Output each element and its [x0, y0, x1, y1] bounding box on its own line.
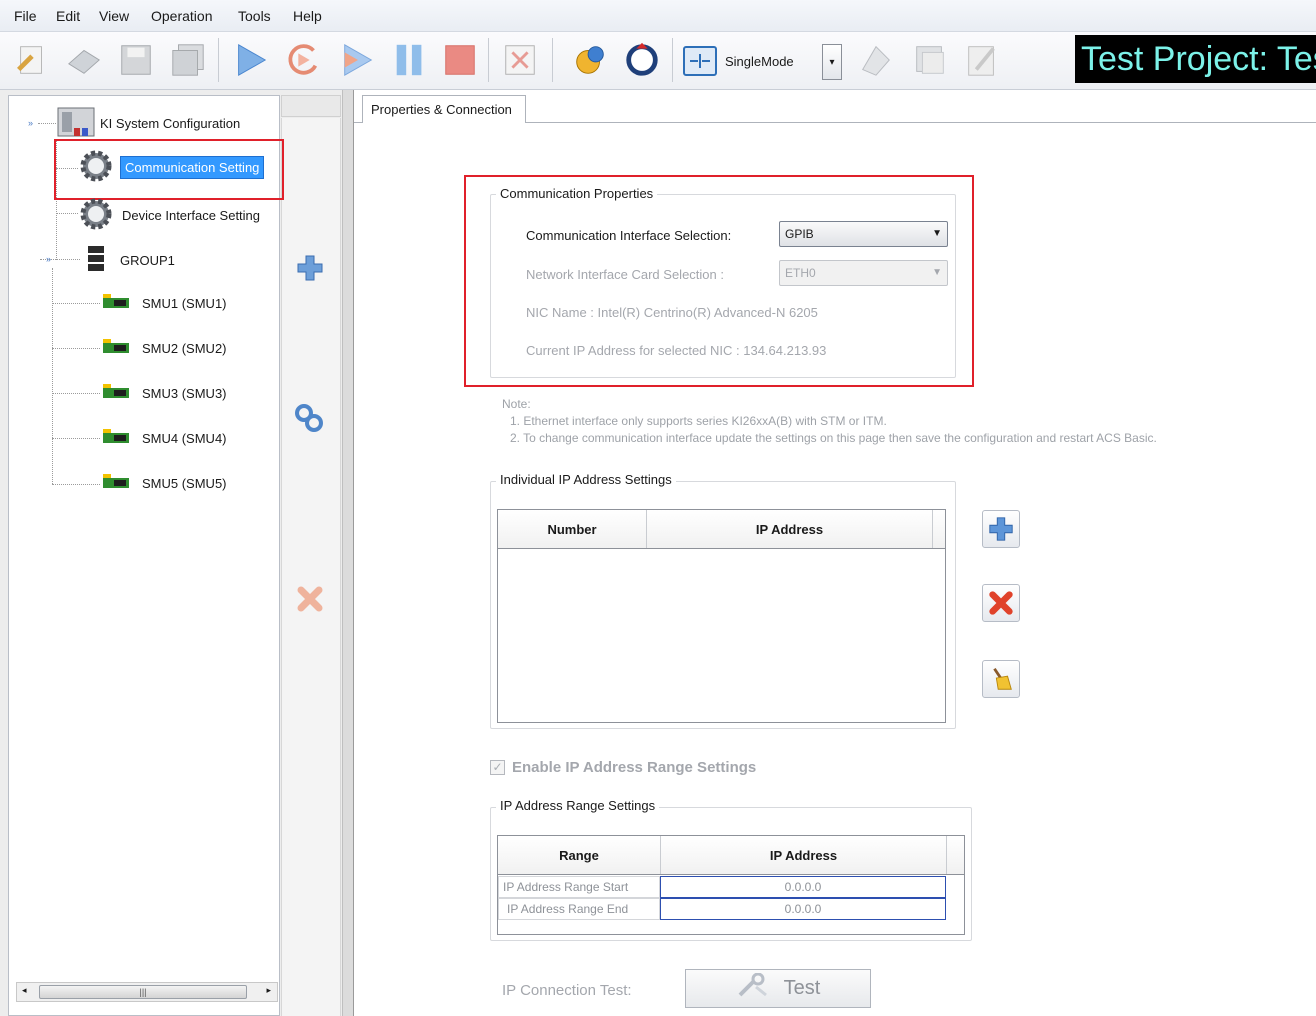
configure-icon[interactable]	[570, 40, 610, 80]
menu-bar: File Edit View Operation Tools Help	[0, 0, 1316, 32]
menu-view[interactable]: View	[99, 8, 129, 24]
repeat-run-icon[interactable]	[284, 40, 324, 80]
test-button-label: Test	[783, 977, 821, 999]
single-mode-icon	[683, 46, 717, 76]
project-title: Test Project: Tes	[1075, 35, 1316, 83]
column-ip-address[interactable]: IP Address	[647, 510, 933, 548]
tool-2-icon[interactable]	[910, 40, 950, 80]
test-button[interactable]: Test	[685, 969, 871, 1008]
table-row[interactable]: IP Address Range End 0.0.0.0	[498, 898, 946, 920]
tree-item-device-interface-setting[interactable]: Device Interface Setting	[78, 196, 260, 235]
link-node-icon[interactable]	[291, 400, 327, 436]
note-line-1: 1. Ethernet interface only supports seri…	[510, 414, 887, 428]
smu-card-icon	[102, 427, 130, 450]
column-range[interactable]: Range	[498, 836, 661, 874]
tree-item-smu4[interactable]: SMU4 (SMU4)	[102, 427, 227, 450]
tree-item-smu3[interactable]: SMU3 (SMU3)	[102, 382, 227, 405]
tool-3-icon[interactable]	[962, 40, 1002, 80]
menu-file[interactable]: File	[14, 8, 37, 24]
tool-1-icon[interactable]	[856, 40, 896, 80]
tree-item-label: SMU3 (SMU3)	[142, 386, 227, 401]
broom-icon	[993, 667, 1012, 690]
scroll-right-icon[interactable]: ▸	[266, 985, 271, 996]
save-all-icon[interactable]	[168, 40, 208, 80]
tree-item-smu2[interactable]: SMU2 (SMU2)	[102, 337, 227, 360]
tree-item-smu1[interactable]: SMU1 (SMU1)	[102, 292, 227, 315]
new-project-icon[interactable]	[12, 40, 52, 80]
scroll-left-icon[interactable]: ◂	[22, 985, 27, 996]
delete-node-icon[interactable]	[292, 581, 328, 617]
highlight-communication-properties	[464, 175, 974, 387]
scroll-thumb[interactable]: |||	[39, 985, 247, 999]
add-ip-button[interactable]	[982, 510, 1020, 548]
tree-item-label: SMU4 (SMU4)	[142, 431, 227, 446]
tree-item-label: SMU5 (SMU5)	[142, 476, 227, 491]
range-end-ip[interactable]: 0.0.0.0	[660, 898, 946, 920]
pause-icon[interactable]	[390, 40, 430, 80]
delete-icon	[989, 591, 1013, 615]
note-block: Note: 1. Ethernet interface only support…	[502, 396, 1157, 447]
tree-item-smu5[interactable]: SMU5 (SMU5)	[102, 472, 227, 495]
enable-range-label: Enable IP Address Range Settings	[512, 759, 757, 776]
smu-card-icon	[102, 382, 130, 405]
table-row[interactable]: IP Address Range Start 0.0.0.0	[498, 876, 946, 898]
save-icon[interactable]	[116, 40, 156, 80]
individual-ip-table-header: Number IP Address	[497, 509, 946, 549]
tree-horizontal-scrollbar[interactable]: ◂ ||| ▸	[16, 982, 278, 1002]
individual-ip-title: Individual IP Address Settings	[496, 472, 676, 487]
range-start-ip[interactable]: 0.0.0.0	[660, 876, 946, 898]
highlight-communication-setting	[54, 139, 284, 200]
ip-range-table-header: Range IP Address	[497, 835, 965, 875]
panel-splitter[interactable]	[342, 90, 354, 1016]
tree-root[interactable]: KI System Configuration	[56, 104, 240, 143]
delete-ip-button[interactable]	[982, 584, 1020, 622]
abort-icon[interactable]	[500, 40, 540, 80]
add-node-icon[interactable]	[292, 250, 328, 286]
append-run-icon[interactable]	[338, 40, 378, 80]
note-heading: Note:	[502, 397, 531, 411]
smu-card-icon	[102, 292, 130, 315]
enable-range-checkbox[interactable]: ✓	[490, 760, 505, 775]
individual-ip-table-body[interactable]	[497, 549, 946, 723]
stop-icon[interactable]	[440, 40, 480, 80]
column-range-ip-address[interactable]: IP Address	[661, 836, 947, 874]
tree-item-label: GROUP1	[120, 253, 175, 268]
test-tool-icon	[736, 972, 770, 1005]
plus-icon	[989, 517, 1013, 541]
open-project-icon[interactable]	[64, 40, 104, 80]
mode-selector[interactable]: SingleMode	[683, 44, 823, 78]
tree-item-label: SMU2 (SMU2)	[142, 341, 227, 356]
run-icon[interactable]	[230, 40, 270, 80]
ip-connection-test-label: IP Connection Test:	[502, 982, 632, 999]
tree-item-label: Device Interface Setting	[122, 208, 261, 223]
range-start-label: IP Address Range Start	[498, 876, 660, 898]
tree-item-label: SMU1 (SMU1)	[142, 296, 227, 311]
ip-range-title: IP Address Range Settings	[496, 798, 660, 813]
column-number[interactable]: Number	[498, 510, 647, 548]
menu-edit[interactable]: Edit	[56, 8, 80, 24]
expand-group-icon[interactable]: »	[46, 254, 51, 264]
smu-card-icon	[102, 472, 130, 495]
tree-root-label: KI System Configuration	[100, 116, 241, 131]
expand-root-icon[interactable]: »	[28, 118, 33, 128]
note-line-2: 2. To change communication interface upd…	[510, 431, 1157, 445]
group-stack-icon	[86, 244, 106, 277]
smu-card-icon	[102, 337, 130, 360]
clear-ip-button[interactable]	[982, 660, 1020, 698]
gear-icon	[78, 196, 114, 235]
tab-properties-connection[interactable]: Properties & Connection	[362, 95, 526, 123]
menu-tools[interactable]: Tools	[238, 8, 271, 24]
tree-item-group1[interactable]: GROUP1	[86, 244, 175, 277]
mode-dropdown-button[interactable]: ▾	[822, 44, 842, 80]
strip-header	[281, 95, 341, 117]
menu-help[interactable]: Help	[293, 8, 322, 24]
mode-label: SingleMode	[725, 53, 794, 69]
refresh-icon[interactable]	[622, 40, 662, 80]
system-config-icon	[56, 104, 100, 143]
range-end-label: IP Address Range End	[498, 898, 660, 920]
menu-operation[interactable]: Operation	[151, 8, 212, 24]
